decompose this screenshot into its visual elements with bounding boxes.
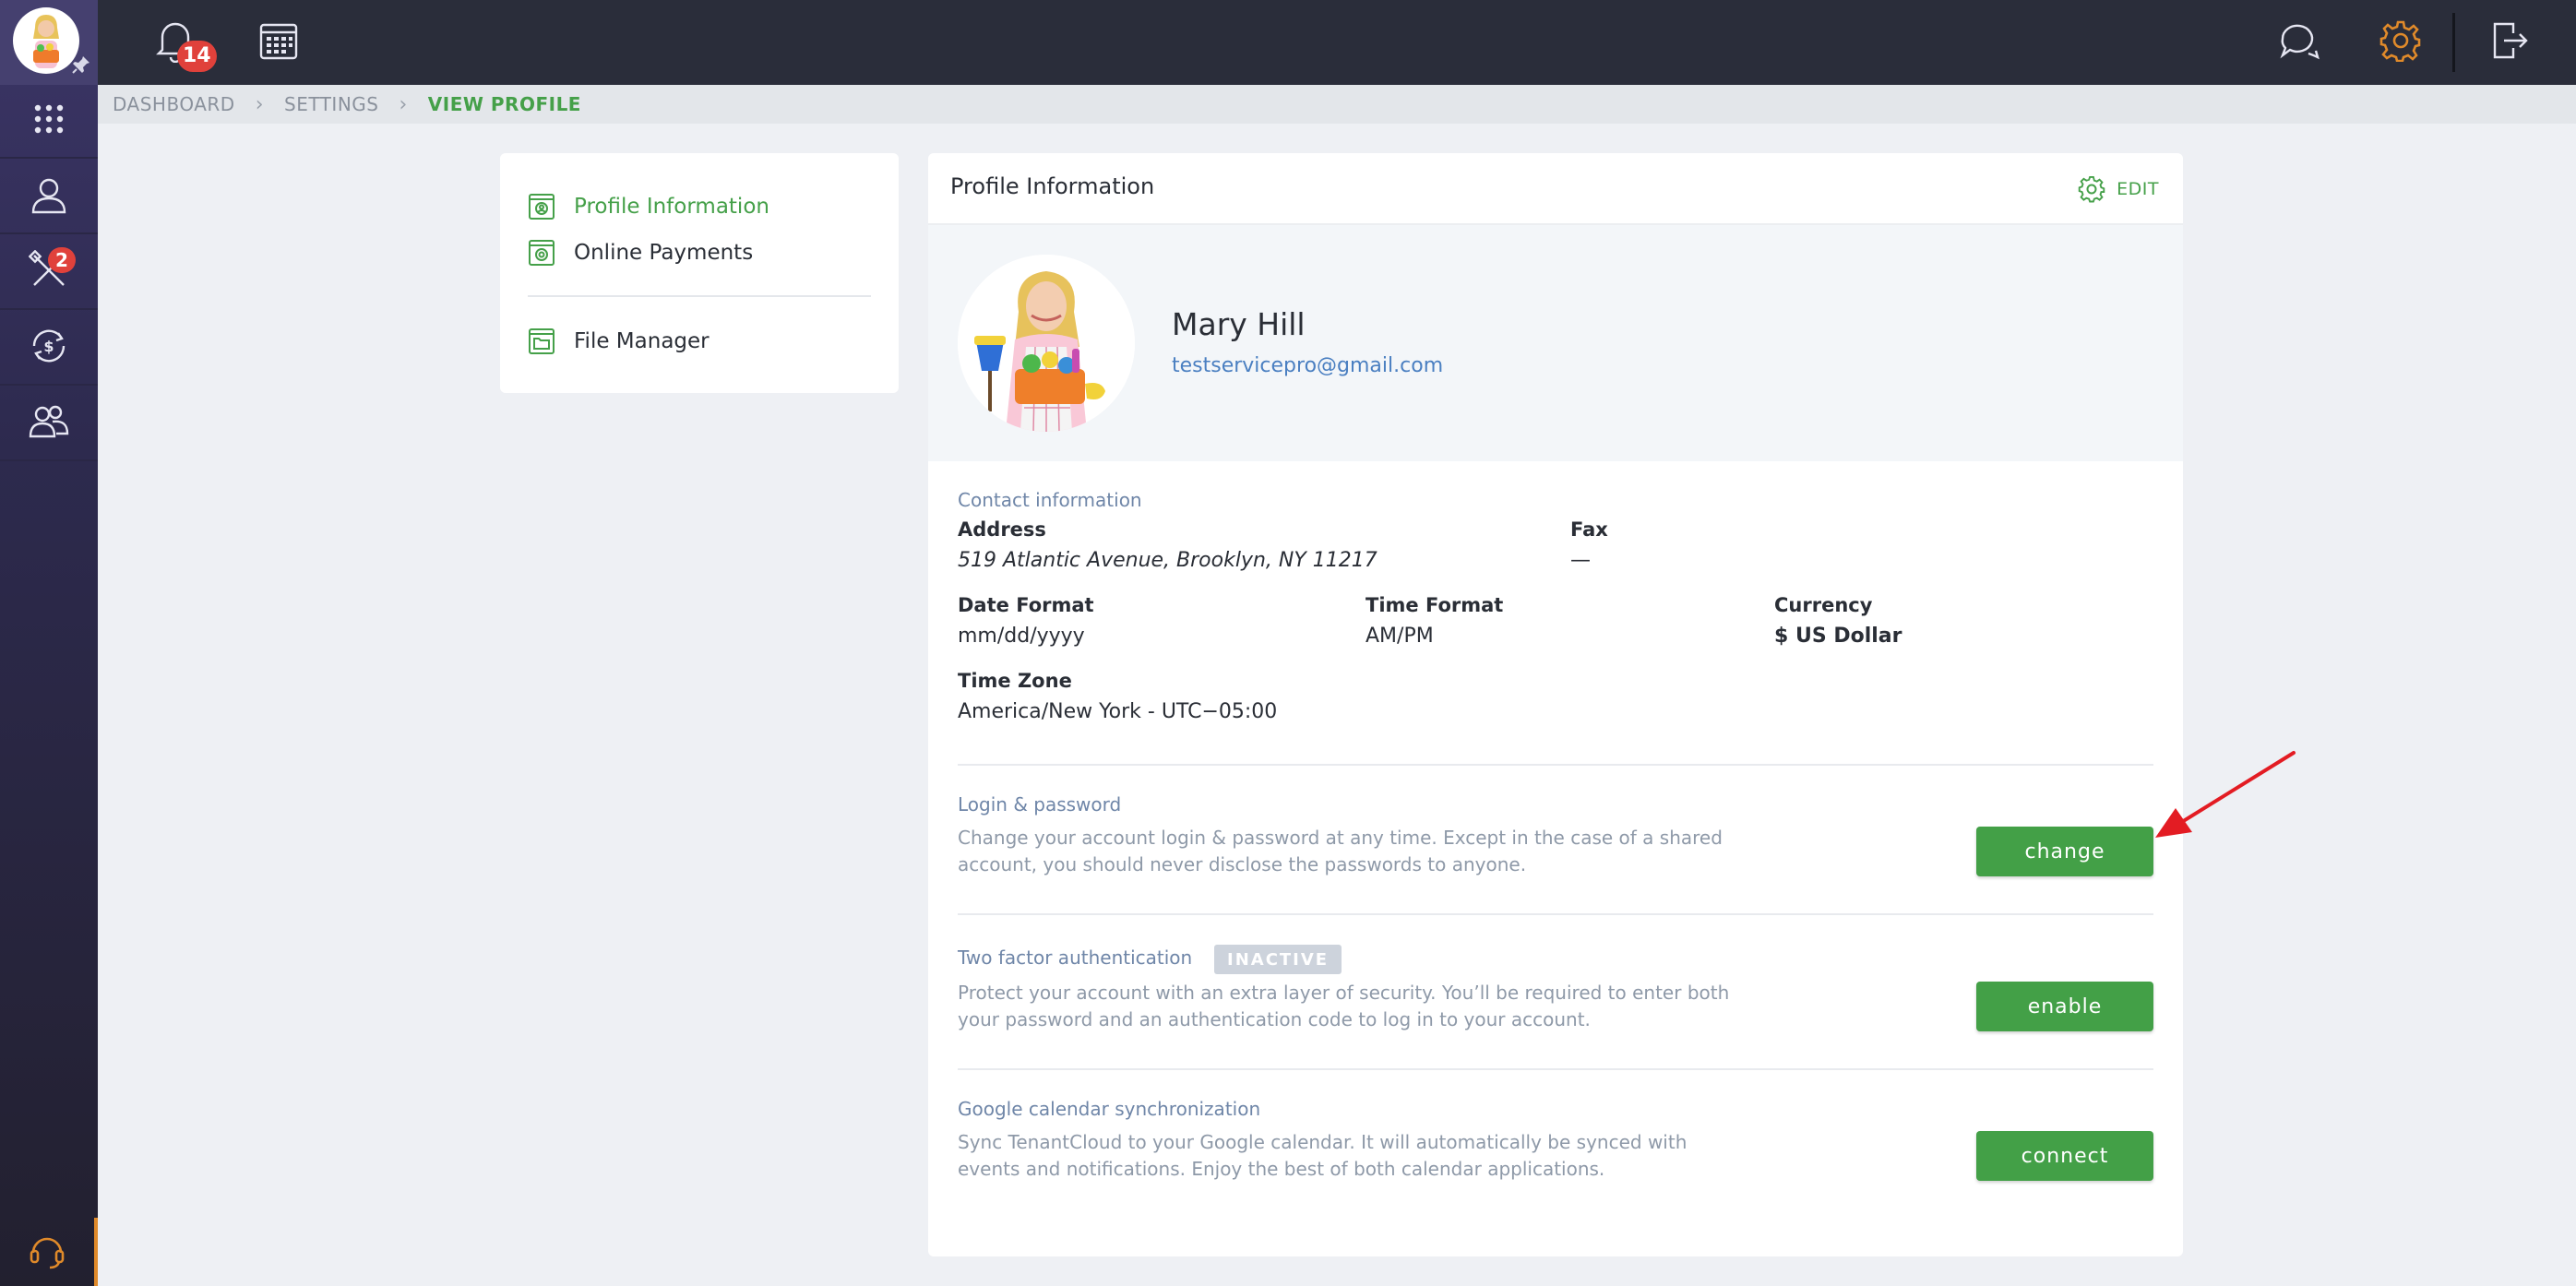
change-password-button[interactable]: change bbox=[1976, 827, 2153, 876]
currency-label: Currency bbox=[1774, 594, 1873, 616]
sidebar-avatar-area[interactable] bbox=[0, 0, 98, 85]
section-divider bbox=[958, 1068, 2153, 1070]
users-group-icon bbox=[28, 403, 70, 444]
login-description-line: account, you should never disclose the p… bbox=[958, 853, 1527, 875]
nav-item-file-manager[interactable]: File Manager bbox=[528, 323, 710, 360]
time-format-value: AM/PM bbox=[1366, 625, 1434, 648]
sidebar-item-profile[interactable] bbox=[0, 161, 98, 234]
headset-icon bbox=[28, 1231, 66, 1273]
sidebar-item-tools[interactable]: 2 bbox=[0, 236, 98, 310]
breadcrumb: DASHBOARD › SETTINGS › VIEW PROFILE bbox=[98, 85, 2576, 124]
topbar-divider bbox=[2452, 13, 2455, 72]
top-bar: 14 bbox=[98, 0, 2576, 85]
address-label: Address bbox=[958, 518, 1046, 541]
svg-text:$: $ bbox=[43, 338, 54, 355]
chat-icon bbox=[2277, 20, 2321, 65]
money-cycle-icon: $ bbox=[29, 326, 69, 370]
grid-icon bbox=[32, 102, 66, 139]
nav-item-label: File Manager bbox=[574, 329, 710, 353]
login-section-label: Login & password bbox=[958, 793, 1122, 816]
twofactor-description-line: your password and an authentication code… bbox=[958, 1008, 1591, 1030]
breadcrumb-view-profile: VIEW PROFILE bbox=[427, 93, 581, 115]
notifications-badge: 14 bbox=[177, 41, 217, 72]
date-format-label: Date Format bbox=[958, 594, 1094, 616]
sidebar-item-apps[interactable] bbox=[0, 85, 98, 159]
settings-button[interactable] bbox=[2373, 15, 2428, 70]
profile-settings-icon bbox=[528, 193, 555, 220]
user-icon bbox=[30, 175, 68, 218]
sidebar-item-support[interactable] bbox=[0, 1218, 98, 1286]
status-badge: INACTIVE bbox=[1214, 945, 1342, 974]
section-divider bbox=[958, 764, 2153, 766]
settings-nav-panel: Profile Information Online Payments File… bbox=[500, 153, 899, 393]
sidebar-item-contacts[interactable] bbox=[0, 387, 98, 461]
enable-2fa-button[interactable]: enable bbox=[1976, 982, 2153, 1031]
profile-email[interactable]: testservicepro@gmail.com bbox=[1172, 354, 1443, 377]
logout-icon bbox=[2491, 20, 2528, 65]
calendar-icon bbox=[258, 20, 299, 65]
twofactor-section-label: Two factor authentication bbox=[958, 947, 1193, 969]
nav-divider bbox=[528, 295, 871, 297]
profile-panel: Profile Information EDIT Mary Hill tests… bbox=[928, 153, 2183, 1256]
annotation-arrow-icon bbox=[2155, 751, 2296, 838]
notifications-button[interactable]: 14 bbox=[148, 15, 217, 72]
login-description: Change your account login & password at … bbox=[958, 825, 1751, 878]
sidebar-item-payments[interactable]: $ bbox=[0, 312, 98, 386]
edit-button[interactable]: EDIT bbox=[2078, 175, 2159, 203]
profile-summary: Mary Hill testservicepro@gmail.com bbox=[928, 225, 2183, 461]
tools-badge: 2 bbox=[48, 247, 76, 273]
nav-item-online-payments[interactable]: Online Payments bbox=[528, 234, 753, 271]
folder-icon bbox=[528, 327, 555, 355]
date-format-value: mm/dd/yyyy bbox=[958, 625, 1085, 648]
breadcrumb-settings[interactable]: SETTINGS bbox=[284, 93, 378, 115]
edit-label: EDIT bbox=[2117, 179, 2159, 199]
gcal-description-line: events and notifications. Enjoy the best… bbox=[958, 1158, 1605, 1180]
sidebar: 2 $ bbox=[0, 0, 98, 1286]
timezone-value: America/New York - UTC−05:00 bbox=[958, 700, 1278, 723]
panel-header: Profile Information EDIT bbox=[928, 153, 2183, 225]
connect-calendar-button[interactable]: connect bbox=[1976, 1131, 2153, 1181]
pin-icon[interactable] bbox=[70, 54, 92, 79]
time-format-label: Time Format bbox=[1366, 594, 1504, 616]
contact-section-label: Contact information bbox=[958, 489, 1142, 511]
section-divider bbox=[958, 913, 2153, 915]
twofactor-description: Protect your account with an extra layer… bbox=[958, 980, 1751, 1033]
gcal-section-label: Google calendar synchronization bbox=[958, 1098, 1261, 1120]
timezone-label: Time Zone bbox=[958, 670, 1072, 692]
nav-item-label: Profile Information bbox=[574, 195, 769, 219]
chevron-right-icon: › bbox=[399, 92, 408, 116]
gcal-description-line: Sync TenantCloud to your Google calendar… bbox=[958, 1131, 1688, 1153]
nav-item-label: Online Payments bbox=[574, 241, 754, 265]
payment-settings-icon bbox=[528, 239, 555, 267]
currency-value: $ US Dollar bbox=[1774, 625, 1902, 648]
gear-icon bbox=[2078, 175, 2105, 203]
gear-icon bbox=[2379, 19, 2422, 65]
messages-button[interactable] bbox=[2272, 15, 2327, 70]
panel-title: Profile Information bbox=[950, 173, 1155, 199]
logout-button[interactable] bbox=[2482, 15, 2537, 70]
nav-item-profile-information[interactable]: Profile Information bbox=[528, 188, 769, 225]
chevron-right-icon: › bbox=[255, 92, 265, 116]
calendar-button[interactable] bbox=[251, 15, 306, 70]
gcal-description: Sync TenantCloud to your Google calendar… bbox=[958, 1129, 1751, 1183]
profile-photo bbox=[958, 255, 1135, 432]
address-value: 519 Atlantic Avenue, Brooklyn, NY 11217 bbox=[958, 549, 1377, 572]
fax-value: — bbox=[1570, 549, 1591, 572]
twofactor-description-line: Protect your account with an extra layer… bbox=[958, 982, 1730, 1004]
breadcrumb-dashboard[interactable]: DASHBOARD bbox=[113, 93, 235, 115]
fax-label: Fax bbox=[1570, 518, 1608, 541]
profile-name: Mary Hill bbox=[1172, 306, 1306, 342]
login-description-line: Change your account login & password at … bbox=[958, 827, 1723, 849]
